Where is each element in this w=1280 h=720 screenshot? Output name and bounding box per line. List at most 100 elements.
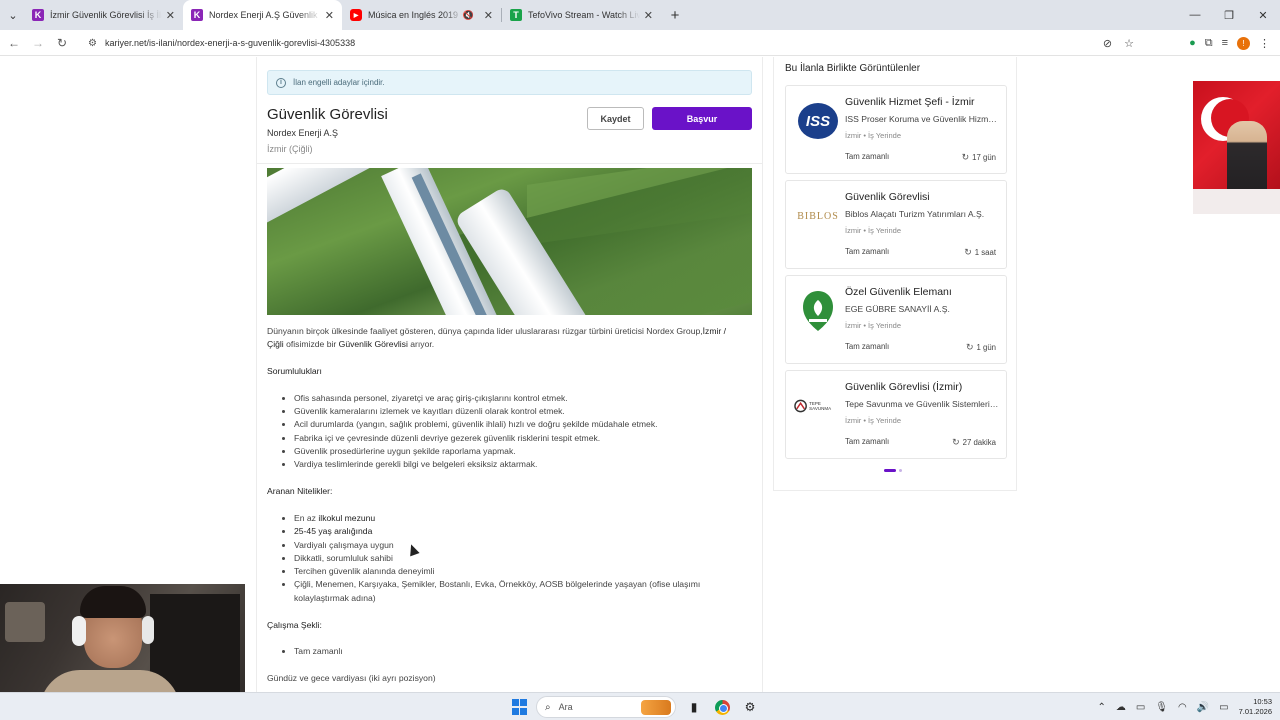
task-view-icon[interactable]: ▮ [684, 697, 704, 717]
related-job-type: Tam zamanlı [845, 342, 890, 351]
job-location: İzmir (Çiğli) [267, 144, 313, 154]
search-highlight-icon [641, 700, 671, 715]
tab-strip: ⌄ K İzmir Güvenlik Görevlisi İş İlanları ✕… [0, 0, 1280, 30]
list-item: Güvenlik kameralarını izlemek ve kayıtla… [294, 405, 737, 418]
shift-note: Gündüz ve gece vardiyası (iki ayrı pozis… [267, 673, 436, 684]
taskbar-search[interactable]: ⌕ Ara [536, 696, 676, 718]
qualifications-heading: Aranan Nitelikler: [267, 486, 333, 497]
tab-title: İzmir Güvenlik Görevlisi İş İlanları [50, 10, 162, 20]
url-text: kariyer.net/is-ilani/nordex-enerji-a-s-g… [104, 38, 356, 48]
responsibilities-heading: Sorumlulukları [267, 366, 322, 377]
related-job-title[interactable]: Güvenlik Hizmet Şefi - İzmir [845, 96, 975, 108]
list-item: Fabrika içi ve çevresinde düzenli devriy… [294, 432, 737, 445]
new-tab-button[interactable]: + [663, 3, 687, 27]
related-job-company: Biblos Alaçatı Turizm Yatırımları A.Ş. [845, 209, 985, 219]
list-item: Çiğli, Menemen, Karşıyaka, Şemikler, Bos… [294, 578, 737, 605]
profile-avatar[interactable]: ! [1237, 36, 1250, 50]
tracking-blocked-icon[interactable]: ⊘ [1103, 37, 1112, 50]
accessibility-banner: i İlan engelli adaylar içindir. [267, 70, 752, 95]
info-icon: i [276, 77, 286, 88]
related-job-title[interactable]: Güvenlik Görevlisi [845, 191, 930, 203]
volume-icon[interactable]: 🔊 [1197, 702, 1209, 713]
microphone-icon[interactable]: 🎙 [1155, 702, 1168, 713]
clock[interactable]: 10:53 7.01.2026 [1239, 697, 1272, 717]
close-tab-icon[interactable]: ✕ [484, 9, 493, 22]
forward-icon[interactable]: → [26, 31, 50, 55]
job-detail-card: i İlan engelli adaylar içindir. Güvenlik… [256, 57, 763, 692]
apply-button[interactable]: Başvur [652, 107, 752, 130]
extension-icon[interactable]: ● [1189, 37, 1196, 49]
qualifications-list: En az ilkokul mezunu25-45 yaş aralığında… [294, 512, 737, 605]
restore-icon[interactable]: ❐ [1212, 0, 1246, 30]
close-tab-icon[interactable]: ✕ [644, 9, 653, 22]
divider [257, 163, 762, 164]
monitor-icon[interactable]: ▭ [1136, 702, 1145, 713]
related-job-type: Tam zamanlı [845, 152, 890, 161]
list-item: Tam zamanlı [294, 645, 737, 658]
carousel-dot[interactable] [899, 469, 902, 472]
chevron-up-icon[interactable]: ⌃ [1097, 702, 1105, 713]
iss-logo-icon: ISS [794, 98, 842, 144]
related-job-card[interactable]: ISS Güvenlik Hizmet Şefi - İzmir ISS Prose… [785, 85, 1007, 174]
reading-list-icon[interactable]: ≡ [1222, 37, 1228, 49]
related-job-location: İzmir • İş Yerinde [845, 226, 901, 235]
related-job-location: İzmir • İş Yerinde [845, 416, 901, 425]
refresh-clock-icon: ↻ [952, 437, 960, 447]
related-job-card[interactable]: TEPE SAVUNMA Güvenlik Görevlisi (İzmir) Te… [785, 370, 1007, 459]
browser-tab[interactable]: K Nordex Enerji A.Ş Güvenlik Görevlisi ✕ [183, 0, 342, 30]
tab-search-icon[interactable]: ⌄ [2, 4, 24, 26]
list-item: Tercihen güvenlik alanında deneyimli [294, 565, 737, 578]
app-icon[interactable]: ⚙ [740, 697, 760, 717]
related-job-company: EGE GÜBRE SANAYİİ A.Ş. [845, 304, 950, 314]
responsibilities-list: Ofis sahasında personel, ziyaretçi ve ar… [294, 392, 737, 472]
carousel-dot-active[interactable] [884, 469, 896, 472]
related-job-location: İzmir • İş Yerinde [845, 131, 901, 140]
related-job-posted-time: ↻ 1 saat [964, 247, 996, 257]
related-job-location: İzmir • İş Yerinde [845, 321, 901, 330]
list-item: Acil durumlarda (yangın, sağlık problemi… [294, 418, 737, 431]
battery-icon[interactable]: ▭ [1219, 702, 1228, 713]
reload-icon[interactable]: ↻ [50, 31, 74, 55]
wifi-icon[interactable]: ◠ [1178, 702, 1187, 713]
list-item: En az ilkokul mezunu [294, 512, 737, 525]
related-job-posted-time: ↻ 27 dakika [952, 437, 996, 447]
browser-menu-icon[interactable]: ⋮ [1259, 37, 1270, 50]
chrome-app-icon[interactable] [712, 697, 732, 717]
carousel-dots[interactable] [884, 469, 902, 472]
tv-favicon-icon: T [510, 9, 522, 21]
clock-date: 7.01.2026 [1238, 707, 1272, 716]
back-icon[interactable]: ← [2, 31, 26, 55]
tepe-logo-icon: TEPE SAVUNMA [794, 383, 842, 429]
related-job-card[interactable]: BIBLOS Güvenlik Görevlisi Biblos Alaçatı T… [785, 180, 1007, 269]
cloud-icon[interactable]: ☁ [1116, 702, 1126, 713]
browser-tab[interactable]: ▶ Música en Inglés 2019 ★ Best🔇 ✕ [342, 0, 501, 30]
browser-tab[interactable]: T TefoVivo Stream - Watch Live ✕ [502, 0, 661, 30]
advertisement-image[interactable] [1193, 81, 1280, 214]
close-window-icon[interactable]: ✕ [1246, 0, 1280, 30]
bookmark-star-icon[interactable]: ☆ [1124, 37, 1134, 50]
site-info-icon[interactable]: ⚙ [88, 38, 97, 49]
related-jobs-title: Bu İlanla Birlikte Görüntülenler [785, 63, 921, 74]
related-job-posted-time: ↻ 17 gün [961, 152, 996, 162]
save-button[interactable]: Kaydet [587, 107, 644, 130]
windows-start-icon[interactable] [512, 699, 528, 715]
browser-tab[interactable]: K İzmir Güvenlik Görevlisi İş İlanları ✕ [24, 0, 183, 30]
related-job-posted-time: ↻ 1 gün [965, 342, 996, 352]
close-tab-icon[interactable]: ✕ [325, 9, 334, 22]
close-tab-icon[interactable]: ✕ [166, 9, 175, 22]
related-job-title[interactable]: Özel Güvenlik Elemanı [845, 286, 952, 298]
browser-toolbar: ← → ↻ ⚙ kariyer.net/is-ilani/nordex-ener… [0, 30, 1280, 56]
related-job-card[interactable]: Özel Güvenlik Elemanı EGE GÜBRE SANAYİİ A… [785, 275, 1007, 364]
tab-title: Música en Inglés 2019 ★ Best [368, 9, 463, 20]
refresh-clock-icon: ↻ [964, 247, 972, 257]
related-job-type: Tam zamanlı [845, 247, 890, 256]
wind-turbine-hero-image [267, 168, 752, 315]
speaker-muted-icon[interactable]: 🔇 [463, 10, 474, 21]
extensions-puzzle-icon[interactable]: ⧉ [1205, 37, 1213, 50]
address-bar[interactable]: ⚙ kariyer.net/is-ilani/nordex-enerji-a-s… [80, 33, 1140, 53]
related-job-title[interactable]: Güvenlik Görevlisi (İzmir) [845, 381, 962, 393]
job-title: Güvenlik Görevlisi [267, 106, 388, 123]
window-controls: — ❐ ✕ [1178, 0, 1280, 30]
company-name[interactable]: Nordex Enerji A.Ş [267, 128, 338, 138]
minimize-icon[interactable]: — [1178, 0, 1212, 30]
